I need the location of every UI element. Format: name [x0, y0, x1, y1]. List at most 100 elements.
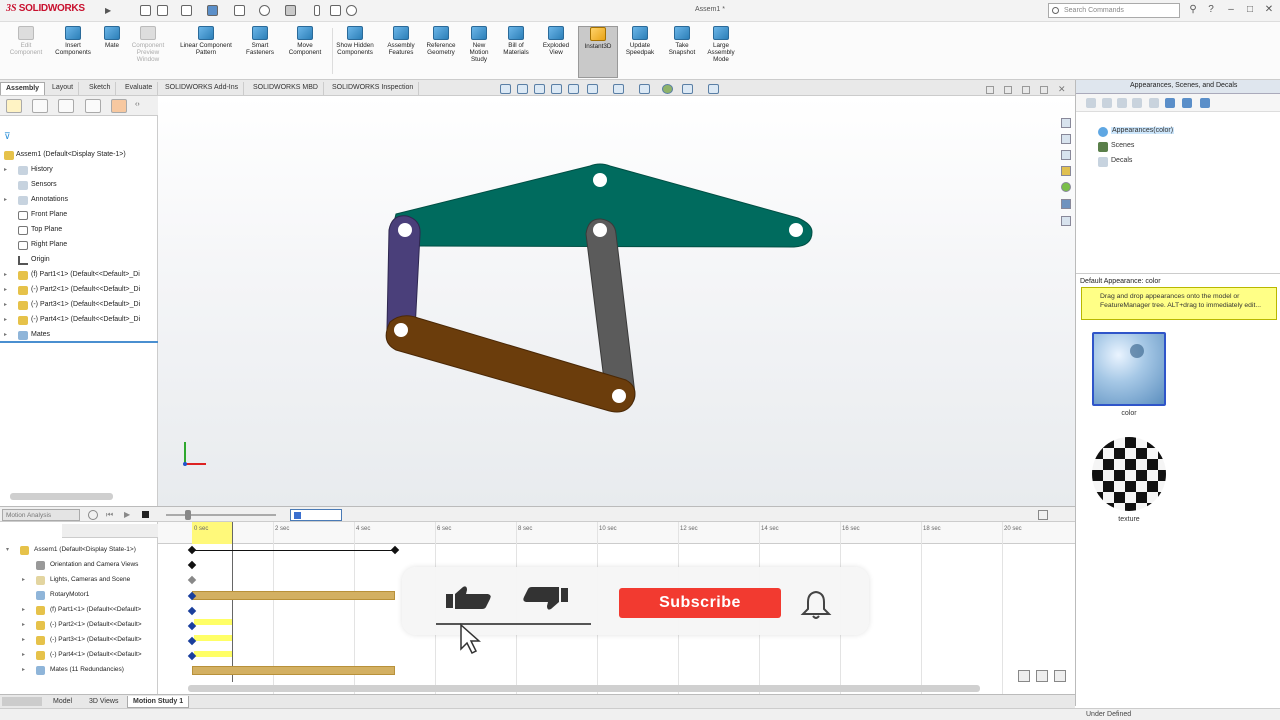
new-document-icon[interactable] — [157, 5, 168, 16]
zoom-in-icon[interactable] — [1036, 670, 1048, 682]
part3-change-bar[interactable] — [194, 635, 232, 641]
linear-pattern-button[interactable]: Linear Component Pattern — [172, 26, 240, 56]
assembly-features-button[interactable]: Assembly Features — [382, 26, 420, 56]
ms-tree-part3[interactable]: ▸ (-) Part3<1> (Default<<Default> — [0, 633, 158, 648]
ms-tree-orientation[interactable]: Orientation and Camera Views — [0, 558, 158, 573]
component-preview-button[interactable]: Component Preview Window — [128, 26, 168, 63]
move-component-button[interactable]: Move Component — [282, 26, 328, 56]
minimize-icon[interactable]: – — [1226, 5, 1236, 15]
tab-motion-study-1[interactable]: Motion Study 1 — [127, 696, 190, 708]
instant3d-button[interactable]: Instant3D — [578, 26, 618, 78]
scenes-icon[interactable] — [1061, 199, 1071, 209]
tree-item-part1[interactable]: ▸ (f) Part1<1> (Default<<Default>_Di — [0, 268, 158, 283]
feature-tree-tab-icon[interactable] — [6, 99, 22, 113]
ms-tree-mates[interactable]: ▸ Mates (11 Redundancies) — [0, 663, 158, 678]
viewport-restore-icon[interactable] — [1004, 86, 1012, 94]
view-icon[interactable] — [1165, 98, 1175, 108]
print-icon[interactable] — [234, 5, 245, 16]
dimxpert-tab-icon[interactable] — [85, 99, 101, 113]
thumbnail-icon[interactable] — [1182, 98, 1192, 108]
motor-bar[interactable] — [192, 591, 395, 600]
open-icon[interactable] — [181, 5, 192, 16]
bell-icon[interactable] — [798, 589, 834, 621]
tab-model[interactable]: Model — [48, 696, 77, 708]
subscribe-button[interactable]: Subscribe — [619, 588, 781, 618]
tree-item-history[interactable]: ▸ History — [0, 163, 158, 178]
refresh-icon[interactable] — [1149, 98, 1159, 108]
part4-change-bar[interactable] — [194, 651, 232, 657]
tree-item-front-plane[interactable]: Front Plane — [0, 208, 158, 223]
home-icon[interactable] — [140, 5, 151, 16]
ms-tree-part1[interactable]: ▸ (f) Part1<1> (Default<<Default> — [0, 603, 158, 618]
viewport-split-icon[interactable] — [986, 86, 994, 94]
tab-sketch[interactable]: Sketch — [84, 82, 117, 95]
dynamic-annotation-icon[interactable] — [568, 84, 579, 94]
exploded-view-button[interactable]: Exploded View — [538, 26, 574, 56]
help-icon[interactable]: ? — [1206, 5, 1216, 15]
save-icon[interactable] — [207, 5, 218, 16]
thumbs-up-icon[interactable] — [444, 585, 494, 611]
tree-item-top-plane[interactable]: Top Plane — [0, 223, 158, 238]
previous-view-icon[interactable] — [534, 84, 545, 94]
configuration-tab-icon[interactable] — [58, 99, 74, 113]
take-snapshot-button[interactable]: Take Snapshot — [664, 26, 700, 56]
stop-icon[interactable] — [142, 511, 149, 518]
ms-tree-part2[interactable]: ▸ (-) Part2<1> (Default<<Default> — [0, 618, 158, 633]
smart-fasteners-button[interactable]: Smart Fasteners — [244, 26, 276, 56]
texture-swatch[interactable] — [1092, 437, 1166, 511]
tree-item-origin[interactable]: Origin — [0, 253, 158, 268]
solidworks-logo[interactable]: 3S SOLIDWORKS — [6, 3, 102, 19]
section-view-icon[interactable] — [551, 84, 562, 94]
motion-study-properties-icon[interactable] — [1038, 510, 1048, 520]
play-from-start-icon[interactable]: ⏮ — [106, 510, 113, 520]
design-library-icon[interactable] — [1061, 118, 1071, 128]
show-hidden-button[interactable]: Show Hidden Components — [334, 26, 376, 56]
viewport-close-icon[interactable]: ✕ — [1058, 84, 1066, 95]
playback-slider-thumb[interactable] — [185, 510, 191, 520]
menu-arrow-icon[interactable]: ▶ — [105, 6, 111, 15]
options-icon[interactable] — [1200, 98, 1210, 108]
apply-scene-icon[interactable] — [682, 84, 693, 94]
rebuild-icon[interactable] — [314, 5, 320, 16]
ms-tree-rotary-motor[interactable]: RotaryMotor1 — [0, 588, 158, 603]
graphics-area[interactable] — [158, 96, 1075, 506]
key-point[interactable] — [390, 545, 400, 555]
file-properties-icon[interactable] — [330, 5, 341, 16]
insert-components-button[interactable]: Insert Components — [50, 26, 96, 56]
zoom-to-fit-icon[interactable] — [500, 84, 511, 94]
decals-icon[interactable] — [1061, 216, 1071, 226]
reference-geometry-button[interactable]: Reference Geometry — [422, 26, 460, 56]
part2-change-bar[interactable] — [194, 619, 232, 625]
options-icon[interactable] — [346, 5, 357, 16]
restore-icon[interactable]: □ — [1245, 5, 1255, 15]
study-type-select[interactable]: Motion Analysis — [2, 509, 80, 521]
search-commands-input[interactable]: Search Commands — [1048, 3, 1180, 18]
display-manager-tab-icon[interactable] — [111, 99, 127, 113]
large-assembly-mode-button[interactable]: Large Assembly Mode — [704, 26, 738, 63]
tree-root[interactable]: Assem1 (Default<Display State-1>) — [0, 148, 158, 163]
new-motion-study-button[interactable]: New Motion Study — [464, 26, 494, 63]
tree-item-mates[interactable]: ▸ Mates — [0, 328, 158, 343]
appearances-icon[interactable] — [1061, 182, 1071, 192]
tab-evaluate[interactable]: Evaluate — [120, 82, 159, 95]
horizontal-scrollbar[interactable] — [10, 493, 113, 500]
custom-properties-icon[interactable] — [1061, 166, 1071, 176]
time-bar[interactable] — [232, 522, 233, 682]
property-manager-tab-icon[interactable] — [32, 99, 48, 113]
tab-layout[interactable]: Layout — [47, 82, 80, 95]
tree-item-part4[interactable]: ▸ (-) Part4<1> (Default<<Default>_Di — [0, 313, 158, 328]
calculate-icon[interactable] — [88, 510, 98, 520]
edit-component-button[interactable]: Edit Component — [6, 26, 46, 56]
undo-icon[interactable] — [259, 5, 270, 16]
view-settings-icon[interactable] — [708, 84, 719, 94]
mate-button[interactable]: Mate — [100, 26, 124, 49]
tab-mbd[interactable]: SOLIDWORKS MBD — [248, 82, 324, 95]
zoom-area-icon[interactable] — [517, 84, 528, 94]
tree-item-right-plane[interactable]: Right Plane — [0, 238, 158, 253]
update-speedpak-button[interactable]: Update Speedpak — [622, 26, 658, 56]
tab-addins[interactable]: SOLIDWORKS Add-Ins — [160, 82, 245, 95]
timeline-scrollbar[interactable] — [188, 685, 980, 692]
view-orientation-icon[interactable] — [587, 84, 598, 94]
select-icon[interactable] — [285, 5, 296, 16]
key-point[interactable] — [187, 560, 197, 570]
